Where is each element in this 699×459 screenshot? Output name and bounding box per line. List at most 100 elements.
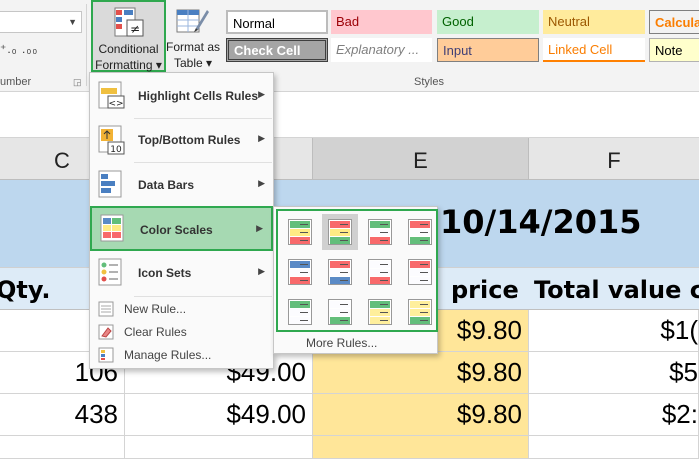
style-note[interactable]: Note [649,38,699,62]
styles-group-label: Styles [414,76,444,88]
new-rule-icon [98,301,114,317]
chevron-right-icon: ▶ [258,89,265,99]
conditional-formatting-menu: <> Highlight Cells Rules ▶ 10 Top/Bottom… [89,72,274,369]
top-bottom-icon: 10 [98,125,125,155]
menu-item-color-scales[interactable]: Color Scales ▶ [90,206,273,251]
format-as-table-icon [176,9,209,33]
style-bad[interactable]: Bad [331,10,432,34]
color-scale-icon [328,259,352,285]
cell-price[interactable] [313,436,529,459]
style-calculation[interactable]: Calculatio [649,10,699,34]
header-total[interactable]: Total value c [534,276,699,304]
menu-item-manage-rules[interactable]: Manage Rules... [90,344,273,366]
group-divider [86,4,87,86]
menu-item-highlight-cells-rules[interactable]: <> Highlight Cells Rules ▶ [90,76,273,116]
cell-total[interactable]: $2: [529,394,699,436]
menu-item-label: Icon Sets [138,266,192,280]
color-scale-swatch[interactable] [322,214,358,250]
color-scale-swatch[interactable] [402,214,438,250]
style-normal[interactable]: Normal [226,10,328,34]
menu-item-new-rule[interactable]: New Rule... [90,298,273,320]
color-scale-icon [408,219,432,245]
style-input[interactable]: Input [437,38,539,62]
color-scale-swatch[interactable] [402,294,438,330]
menu-item-label: Clear Rules [124,325,187,339]
color-scales-gallery [276,209,438,332]
cell-qty[interactable]: 438 [0,394,125,436]
menu-item-icon-sets[interactable]: Icon Sets ▶ [90,253,273,293]
color-scale-swatch[interactable] [362,254,398,290]
format-as-table-button[interactable]: Format as Table ▾ [166,0,220,72]
menu-item-label: Top/Bottom Rules [138,133,241,147]
cell-cost[interactable]: $49.00 [125,394,313,436]
date-cell[interactable]: 10/14/2015 [440,203,699,241]
color-scale-swatch[interactable] [322,294,358,330]
color-scale-icon [368,299,392,325]
style-linked-cell[interactable]: Linked Cell [543,38,645,62]
highlight-cells-icon: <> [98,81,125,109]
menu-item-label: New Rule... [124,302,187,316]
column-header-f[interactable]: F [529,138,699,180]
conditional-formatting-icon: ≠ [114,7,144,37]
decimal-buttons[interactable]: ⁺.₀ .₀₀ [0,42,38,56]
style-good[interactable]: Good [437,10,539,34]
cell-total[interactable]: $1( [529,310,699,352]
conditional-formatting-button[interactable]: ≠ Conditional Formatting ▾ [91,0,166,72]
cf-label-line1: Conditional [98,42,159,56]
clear-rules-icon [98,324,114,340]
cell-cost[interactable] [125,436,313,459]
color-scale-swatch[interactable] [282,214,318,250]
cell-total[interactable]: $5 [529,352,699,394]
more-rules-link[interactable]: More Rules... [306,336,377,350]
icon-sets-icon [98,258,122,286]
header-price[interactable]: price [451,276,519,304]
number-group-label: umber [0,76,32,88]
menu-divider [134,296,272,297]
color-scale-icon [328,299,352,325]
color-scale-swatch[interactable] [362,294,398,330]
menu-item-clear-rules[interactable]: Clear Rules [90,321,273,343]
svg-text:<>: <> [108,99,123,109]
font-size-select[interactable]: ▼ [0,11,82,33]
color-scales-icon [100,214,124,242]
menu-item-label: Manage Rules... [124,348,212,362]
color-scale-icon [368,219,392,245]
color-scale-icon [408,259,432,285]
chevron-right-icon: ▶ [258,133,265,143]
color-scale-swatch[interactable] [362,214,398,250]
column-header-e[interactable]: E [313,138,529,180]
color-scale-swatch[interactable] [402,254,438,290]
menu-divider [134,162,272,163]
menu-item-label: Color Scales [140,223,213,237]
style-check-cell[interactable]: Check Cell [226,38,328,62]
menu-item-data-bars[interactable]: Data Bars ▶ [90,165,273,205]
menu-item-label: Data Bars [138,178,195,192]
chevron-right-icon: ▶ [258,266,265,276]
style-neutral[interactable]: Neutral [543,10,645,34]
color-scale-icon [368,259,392,285]
chevron-right-icon: ▶ [256,223,263,233]
svg-text:≠: ≠ [130,22,140,36]
cell-price[interactable]: $9.80 [313,352,529,394]
color-scale-swatch[interactable] [322,254,358,290]
menu-item-top-bottom-rules[interactable]: 10 Top/Bottom Rules ▶ [90,120,273,160]
fat-label-line2: Table ▾ [173,56,213,70]
color-scales-submenu: More Rules... [273,206,438,354]
style-explanatory[interactable]: Explanatory ... [331,38,432,62]
dialog-launcher-icon[interactable]: ◲ [73,77,82,88]
header-qty[interactable]: Qty. [0,276,50,304]
cell-total[interactable] [529,436,699,459]
fat-label-line1: Format as [166,40,221,54]
color-scale-swatch[interactable] [282,254,318,290]
cell-price[interactable]: $9.80 [313,394,529,436]
color-scale-icon [328,219,352,245]
cell-qty[interactable] [0,436,125,459]
chevron-down-icon[interactable]: ▼ [68,17,77,27]
cf-label-line2: Formatting ▾ [95,58,162,72]
manage-rules-icon [98,347,114,363]
color-scale-swatch[interactable] [282,294,318,330]
menu-item-label: Highlight Cells Rules [138,89,259,103]
color-scale-icon [408,299,432,325]
svg-text:10: 10 [110,145,122,155]
color-scale-icon [288,219,312,245]
